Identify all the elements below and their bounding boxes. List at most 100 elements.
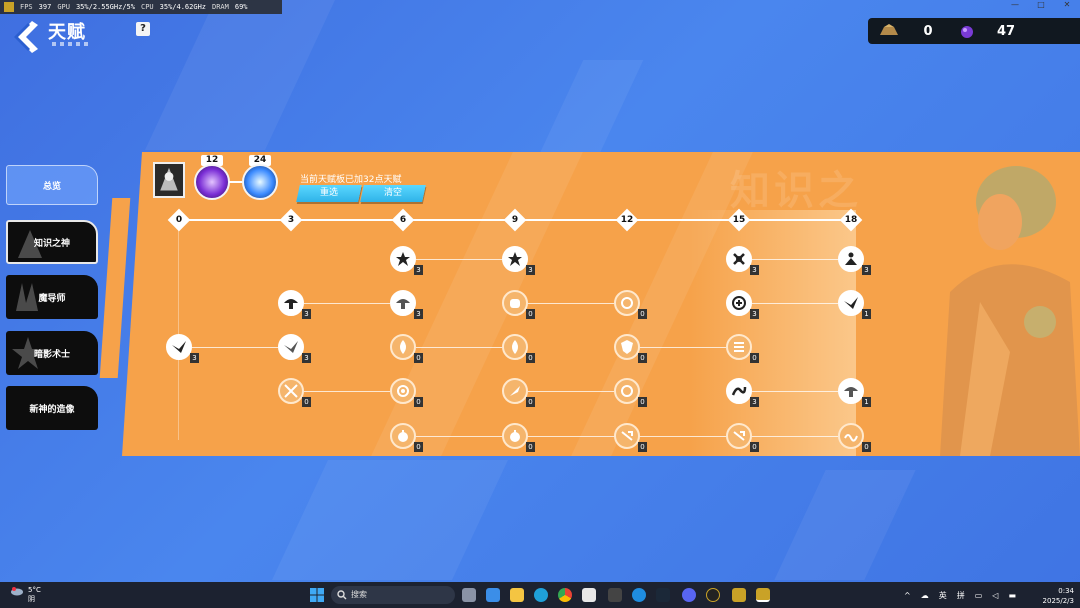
window-controls: — □ ✕ (1002, 0, 1080, 10)
talent-node[interactable]: 0 (614, 423, 647, 452)
apple-icon (510, 430, 520, 442)
clock[interactable]: 0:34 2025/2/3 (1043, 586, 1074, 606)
tab-new-god-statue-label: 新神的造像 (29, 404, 75, 415)
title-decoration (52, 42, 108, 48)
gpu-value: 35%/2.55GHz/5% (75, 3, 135, 11)
fps-label: FPS (20, 3, 33, 11)
tier-label-15: 15 (732, 215, 746, 225)
crossed-swords-icon (284, 384, 298, 398)
dram-label: DRAM (212, 3, 229, 11)
ime-pinyin[interactable]: 拼 (957, 590, 965, 601)
dragon-icon (731, 386, 747, 396)
tab-god-of-knowledge[interactable]: 知识之神 (6, 220, 98, 264)
tray-chevron-up-icon[interactable]: ^ (904, 591, 911, 600)
talent-node[interactable]: 0 (502, 423, 535, 452)
node-connector (528, 391, 614, 392)
weather-temp: 5°C (28, 586, 41, 594)
talent-node[interactable]: 0 (278, 378, 311, 407)
talent-node[interactable]: 3 (278, 290, 311, 319)
node-level: 1 (862, 397, 871, 407)
talent-node[interactable]: 0 (726, 334, 759, 363)
tab-overview[interactable]: 总览 (6, 165, 98, 205)
node-level: 3 (750, 309, 759, 319)
app-icon[interactable] (486, 588, 500, 602)
talent-node[interactable]: 0 (614, 378, 647, 407)
tab-mage-label: 魔导师 (38, 293, 66, 304)
node-connector (304, 303, 390, 304)
mushroom-icon (284, 299, 298, 309)
back-button[interactable] (8, 18, 42, 56)
node-level: 3 (414, 265, 423, 275)
talent-node[interactable]: 3 (502, 246, 535, 275)
meditation-icon (845, 252, 857, 265)
app-icon[interactable] (706, 588, 720, 602)
node-connector (640, 347, 726, 348)
maximize-button[interactable]: □ (1028, 0, 1054, 10)
edge-icon[interactable] (534, 588, 548, 602)
tier-label-12: 12 (620, 215, 634, 225)
orb-link (229, 181, 243, 183)
reset-button[interactable]: 重选 (296, 185, 362, 202)
windows-start-icon[interactable] (310, 588, 324, 602)
talent-node[interactable]: 3 (838, 246, 871, 275)
talent-node[interactable]: 3 (726, 246, 759, 275)
talent-node[interactable]: 3 (726, 290, 759, 319)
minimize-button[interactable]: — (1002, 0, 1028, 10)
mushroom-icon (396, 299, 410, 309)
talent-node[interactable]: 0 (614, 334, 647, 363)
volume-icon[interactable]: ◁ (992, 591, 998, 600)
wave-icon (844, 434, 858, 442)
talent-node[interactable]: 3 (278, 334, 311, 363)
tab-mage[interactable]: 魔导师 (6, 275, 98, 319)
talent-node[interactable]: 0 (502, 334, 535, 363)
talent-node[interactable]: 0 (502, 378, 535, 407)
calendar-icon[interactable] (582, 588, 596, 602)
frost-orb-icon (242, 164, 278, 200)
talent-node[interactable]: 1 (838, 290, 871, 319)
arcane-orb-icon (194, 164, 230, 200)
talent-node[interactable]: 0 (614, 290, 647, 319)
game-icon[interactable] (732, 588, 746, 602)
talent-node[interactable]: 0 (838, 423, 871, 452)
node-connector (752, 259, 838, 260)
talent-node[interactable]: 0 (390, 423, 423, 452)
chrome-icon[interactable] (558, 588, 572, 602)
talent-node[interactable]: 1 (838, 378, 871, 407)
ime-english[interactable]: 英 (939, 590, 947, 601)
steam-icon[interactable] (656, 588, 670, 602)
dram-value: 69% (234, 3, 248, 11)
node-level: 0 (862, 442, 871, 452)
tab-new-god-statue[interactable]: 新神的造像 (6, 386, 98, 430)
taskbar: 5°C 阴 搜索 ^ ☁ 英 拼 ▭ ◁ ▬ 0:34 2025/2/3 (0, 582, 1080, 608)
tab-shadow-warlock[interactable]: 暗影术士 (6, 331, 98, 375)
file-explorer-icon[interactable] (510, 588, 524, 602)
apple-icon (398, 430, 408, 442)
help-button[interactable]: ? (136, 22, 150, 36)
node-level: 0 (638, 353, 647, 363)
crossed-hammers-icon (733, 253, 745, 265)
talent-node[interactable]: 0 (390, 378, 423, 407)
talent-node[interactable]: 0 (502, 290, 535, 319)
battery-icon[interactable]: ▬ (1008, 591, 1016, 600)
mushroom-icon (844, 387, 858, 397)
task-view-icon[interactable] (462, 588, 476, 602)
talent-node[interactable]: 3 (390, 290, 423, 319)
talent-node[interactable]: 3 (166, 334, 199, 363)
taskbar-search[interactable]: 搜索 (331, 586, 455, 604)
app-icon[interactable] (608, 588, 622, 602)
network-icon[interactable]: ▭ (975, 591, 983, 600)
perf-logo-icon (4, 2, 14, 12)
talent-node[interactable]: 0 (390, 334, 423, 363)
talent-node[interactable]: 3 (726, 378, 759, 407)
clear-button[interactable]: 清空 (360, 185, 426, 202)
talent-node[interactable]: 0 (726, 423, 759, 452)
node-level: 0 (750, 353, 759, 363)
edge-dev-icon[interactable] (632, 588, 646, 602)
node-level: 0 (414, 442, 423, 452)
onedrive-icon[interactable]: ☁ (921, 591, 929, 600)
close-button[interactable]: ✕ (1054, 0, 1080, 10)
talent-node[interactable]: 3 (390, 246, 423, 275)
game-icon-active[interactable] (756, 588, 770, 602)
discord-icon[interactable] (682, 588, 696, 602)
tier-label-3: 3 (287, 215, 295, 225)
